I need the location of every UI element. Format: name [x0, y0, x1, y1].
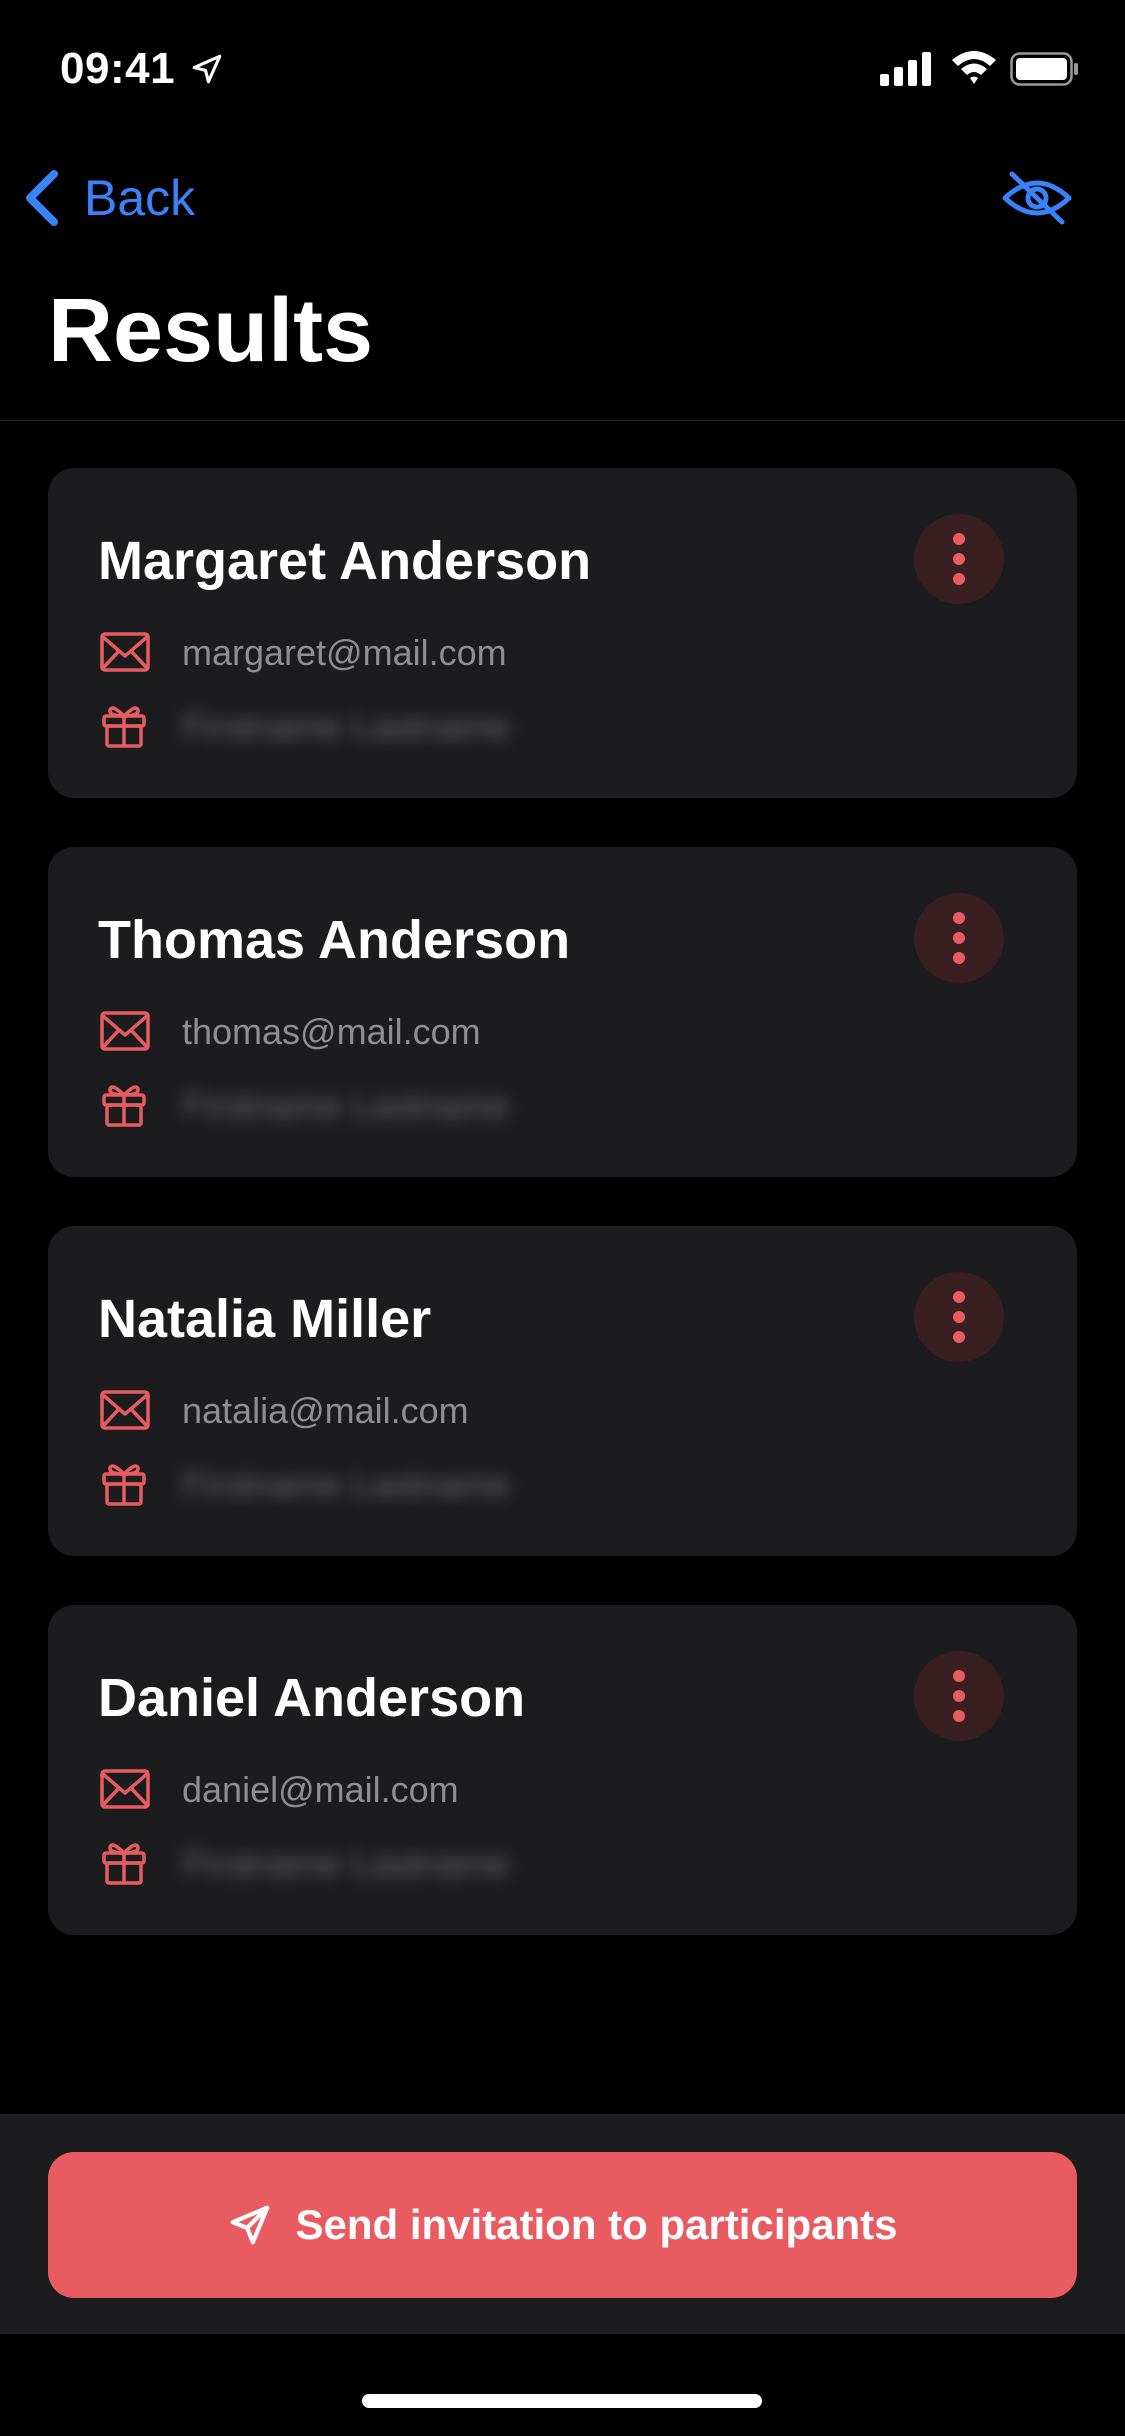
eye-slash-icon[interactable] — [1000, 168, 1074, 228]
gift-icon — [102, 1464, 146, 1506]
status-bar: 09:41 — [0, 0, 1125, 140]
gift-icon — [102, 1085, 146, 1127]
mail-icon — [100, 1390, 150, 1430]
gift-recipient-hidden: Firstname Lastname — [182, 1464, 511, 1505]
header-divider — [0, 420, 1125, 421]
participant-name: Margaret Anderson — [98, 531, 592, 591]
battery-icon — [1010, 52, 1078, 86]
mail-icon — [100, 1011, 150, 1051]
participant-card[interactable]: Natalia Miller natalia@mail.com Firstnam… — [48, 1226, 1077, 1556]
gift-recipient-hidden: Firstname Lastname — [182, 706, 511, 747]
mail-icon — [100, 1769, 150, 1809]
more-vertical-icon — [953, 533, 965, 585]
send-invitation-button[interactable]: Send invitation to participants — [48, 2152, 1077, 2298]
more-options-button[interactable] — [914, 514, 1004, 604]
more-options-button[interactable] — [914, 893, 1004, 983]
chevron-left-icon — [26, 170, 58, 226]
participant-email: margaret@mail.com — [182, 632, 507, 673]
more-vertical-icon — [953, 912, 965, 964]
paper-plane-icon — [231, 2205, 270, 2245]
participant-email: natalia@mail.com — [182, 1390, 469, 1431]
participant-name: Natalia Miller — [98, 1289, 432, 1349]
mail-icon — [100, 632, 150, 672]
gift-recipient-hidden: Firstname Lastname — [182, 1843, 511, 1884]
more-options-button[interactable] — [914, 1272, 1004, 1362]
status-time: 09:41 — [60, 44, 176, 93]
more-vertical-icon — [953, 1670, 965, 1722]
wifi-icon — [952, 51, 996, 84]
back-button[interactable]: Back — [22, 168, 195, 228]
participant-card[interactable]: Thomas Anderson thomas@mail.com Firstnam… — [48, 847, 1077, 1177]
gift-recipient-hidden: Firstname Lastname — [182, 1085, 511, 1126]
participant-name: Thomas Anderson — [98, 910, 571, 970]
participant-name: Daniel Anderson — [98, 1668, 526, 1728]
participant-card[interactable]: Margaret Anderson margaret@mail.com Firs… — [48, 468, 1077, 798]
participant-card[interactable]: Daniel Anderson daniel@mail.com Firstnam… — [48, 1605, 1077, 1935]
more-vertical-icon — [953, 1291, 965, 1343]
send-invitation-label: Send invitation to participants — [295, 2201, 898, 2248]
gift-icon — [102, 1843, 146, 1885]
back-label: Back — [84, 170, 196, 226]
location-arrow-icon — [192, 54, 222, 84]
participant-email: daniel@mail.com — [182, 1769, 459, 1810]
participant-list: Margaret Anderson margaret@mail.com Firs… — [48, 468, 1077, 1984]
bottom-action-bar: Send invitation to participants — [0, 2114, 1125, 2334]
gift-icon — [102, 706, 146, 748]
participant-email: thomas@mail.com — [182, 1011, 481, 1052]
page-title: Results — [48, 281, 374, 381]
more-options-button[interactable] — [914, 1651, 1004, 1741]
home-indicator[interactable] — [362, 2394, 762, 2408]
cellular-signal-icon — [880, 52, 931, 86]
